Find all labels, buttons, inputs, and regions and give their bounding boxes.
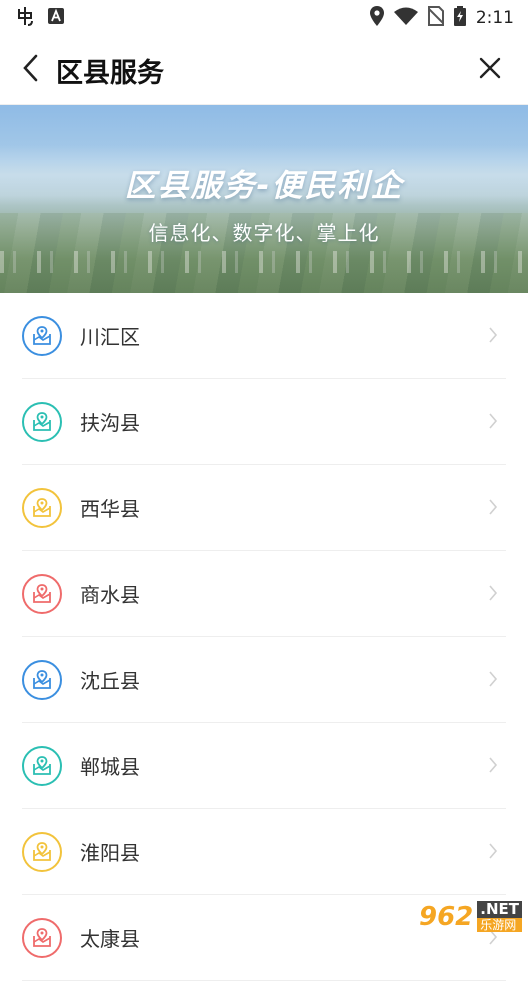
chevron-right-icon [488, 757, 498, 777]
back-button[interactable] [0, 36, 60, 104]
close-icon [479, 57, 501, 83]
list-item[interactable]: 淮阳县 [22, 809, 506, 895]
chevron-right-icon [488, 327, 498, 347]
list-item-label: 扶沟县 [80, 411, 140, 435]
page-title: 区县服务 [56, 57, 164, 89]
chevron-right-icon [488, 929, 498, 949]
banner-houses [0, 251, 528, 273]
chevron-right-icon [488, 671, 498, 691]
list-item[interactable]: 商水县 [22, 551, 506, 637]
status-bar: 2:11 [0, 0, 528, 36]
list-item-label: 郸城县 [80, 755, 140, 779]
chevron-left-icon [22, 54, 38, 86]
watermark: 962 .NET 乐游网 [419, 901, 522, 932]
map-pin-icon [22, 315, 62, 356]
chevron-right-icon [488, 585, 498, 605]
watermark-cn: 乐游网 [477, 918, 522, 932]
list-item[interactable]: 沈丘县 [22, 637, 506, 723]
list-item-label: 川汇区 [80, 325, 140, 349]
map-pin-icon [22, 745, 62, 786]
app-bar: 区县服务 [0, 36, 528, 105]
district-list: 川汇区 扶沟县 西华县 商水县 沈丘县 郸城县 淮阳县 太康县 [22, 293, 506, 981]
watermark-number: 962 [418, 901, 474, 932]
clock-time: 2:11 [475, 8, 514, 28]
list-item-label: 淮阳县 [80, 841, 140, 865]
wifi-icon [393, 7, 418, 30]
close-button[interactable] [470, 50, 510, 90]
list-item[interactable]: 扶沟县 [22, 379, 506, 465]
list-item-label: 沈丘县 [80, 669, 140, 693]
map-pin-icon [22, 573, 62, 614]
banner-title: 区县服务-便民利企 [124, 168, 404, 204]
chevron-right-icon [488, 499, 498, 519]
bug-icon [14, 5, 36, 32]
location-icon [369, 5, 384, 31]
chevron-right-icon [488, 413, 498, 433]
watermark-box: .NET 乐游网 [477, 901, 522, 932]
list-item-label: 西华县 [80, 497, 140, 521]
watermark-net: .NET [477, 901, 522, 918]
map-pin-icon [22, 487, 62, 528]
chevron-right-icon [488, 843, 498, 863]
list-item[interactable]: 西华县 [22, 465, 506, 551]
list-item[interactable]: 郸城县 [22, 723, 506, 809]
list-item-label: 商水县 [80, 583, 140, 607]
text-a-icon [48, 7, 64, 29]
map-pin-icon [22, 831, 62, 872]
map-pin-icon [22, 401, 62, 442]
banner: 区县服务-便民利企 信息化、数字化、掌上化 [0, 105, 528, 293]
list-item[interactable]: 川汇区 [22, 293, 506, 379]
battery-charging-icon [453, 5, 466, 31]
no-sim-icon [427, 5, 445, 31]
map-pin-icon [22, 659, 62, 700]
banner-subtitle: 信息化、数字化、掌上化 [148, 221, 380, 245]
